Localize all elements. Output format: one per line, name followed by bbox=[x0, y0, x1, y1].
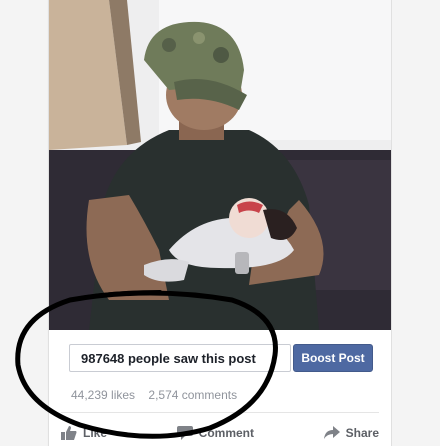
like-label: Like bbox=[83, 426, 108, 440]
boost-post-button[interactable]: Boost Post bbox=[293, 344, 373, 372]
comment-icon bbox=[176, 426, 193, 440]
actions-divider bbox=[61, 412, 379, 413]
post-stats: 44,239 likes 2,574 comments bbox=[71, 388, 237, 402]
post-card: 987648 people saw this post Boost Post 4… bbox=[48, 0, 392, 446]
share-icon bbox=[323, 426, 340, 439]
page-background-right bbox=[392, 0, 440, 446]
post-photo[interactable] bbox=[49, 0, 391, 330]
post-actions: Like Comment Share bbox=[61, 420, 379, 446]
reach-text: 987648 people saw this post bbox=[81, 351, 256, 366]
reach-box[interactable]: 987648 people saw this post bbox=[69, 344, 291, 372]
post-photo-image bbox=[49, 0, 391, 330]
thumbs-up-icon bbox=[61, 426, 77, 440]
comments-count[interactable]: 2,574 comments bbox=[148, 388, 237, 402]
likes-count[interactable]: 44,239 likes bbox=[71, 388, 135, 402]
like-button[interactable]: Like bbox=[61, 426, 107, 440]
share-label: Share bbox=[345, 426, 379, 440]
comment-label: Comment bbox=[198, 426, 254, 440]
share-button[interactable]: Share bbox=[323, 426, 379, 440]
comment-button[interactable]: Comment bbox=[176, 426, 254, 440]
reach-row: 987648 people saw this post Boost Post bbox=[61, 344, 379, 372]
page-background-left bbox=[0, 0, 47, 446]
